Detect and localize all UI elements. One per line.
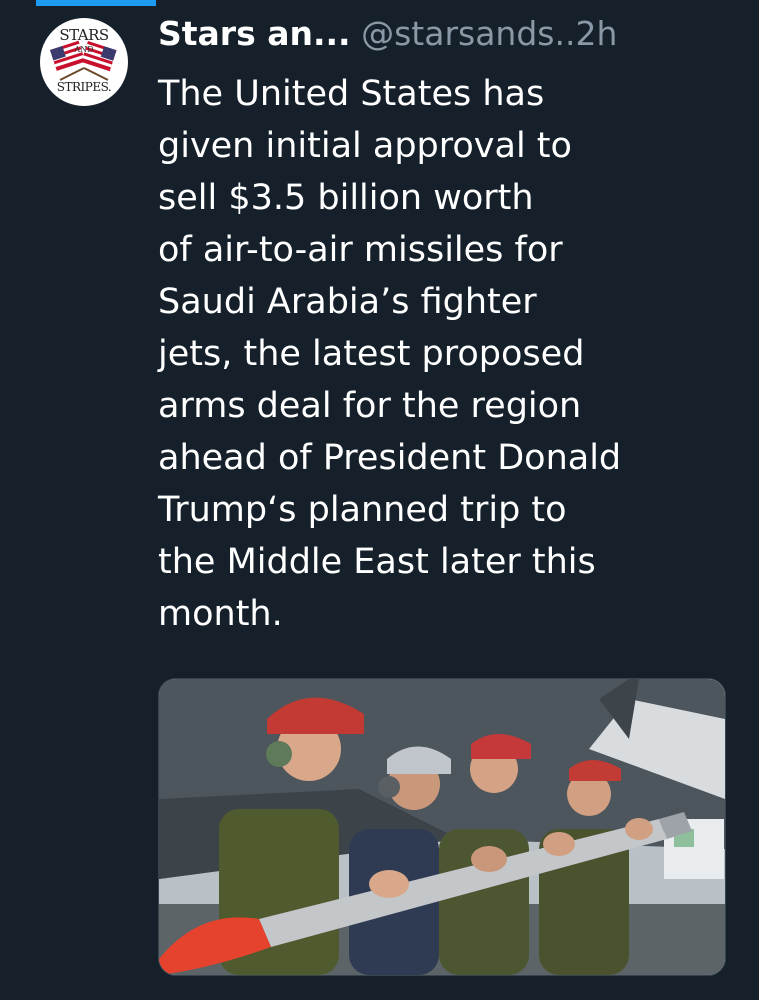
tweet-timestamp[interactable]: 2h (575, 14, 617, 53)
tweet-text: The United States has given initial appr… (158, 68, 748, 640)
tweet-text-line: arms deal for the region (158, 386, 582, 426)
author-display-name[interactable]: Stars an... (158, 14, 351, 53)
tweet-text-line: given initial approval to (158, 126, 572, 166)
avatar-logo-text-and: AND (74, 45, 94, 54)
author-handle[interactable]: @starsands.. (361, 14, 575, 53)
tweet-text-line: month. (158, 594, 283, 634)
tweet-text-line: Trump‘s planned trip to (158, 490, 567, 530)
avatar-logo-text-stripes: STRIPES. (56, 80, 112, 94)
tweet-text-line: The United States has (158, 74, 545, 114)
photo-of-crew-carrying-missile-icon (159, 679, 725, 975)
tweet[interactable]: STARS AND STRIPES. Stars an... @starsand… (0, 0, 759, 1000)
tweet-media-photo[interactable] (158, 678, 726, 976)
tweet-text-line: Saudi Arabia’s fighter (158, 282, 537, 322)
tweet-text-line: jets, the latest proposed (158, 334, 585, 374)
tweet-text-line: sell $3.5 billion worth (158, 178, 534, 218)
tweet-text-line: of air-to-air missiles for (158, 230, 563, 270)
tweet-text-line: ahead of President Donald (158, 438, 622, 478)
tweet-text-line: the Middle East later this (158, 542, 596, 582)
avatar[interactable]: STARS AND STRIPES. (40, 18, 128, 106)
tweet-header: Stars an... @starsands..2h (158, 12, 617, 56)
avatar-logo-text-stars: STARS (59, 26, 109, 44)
